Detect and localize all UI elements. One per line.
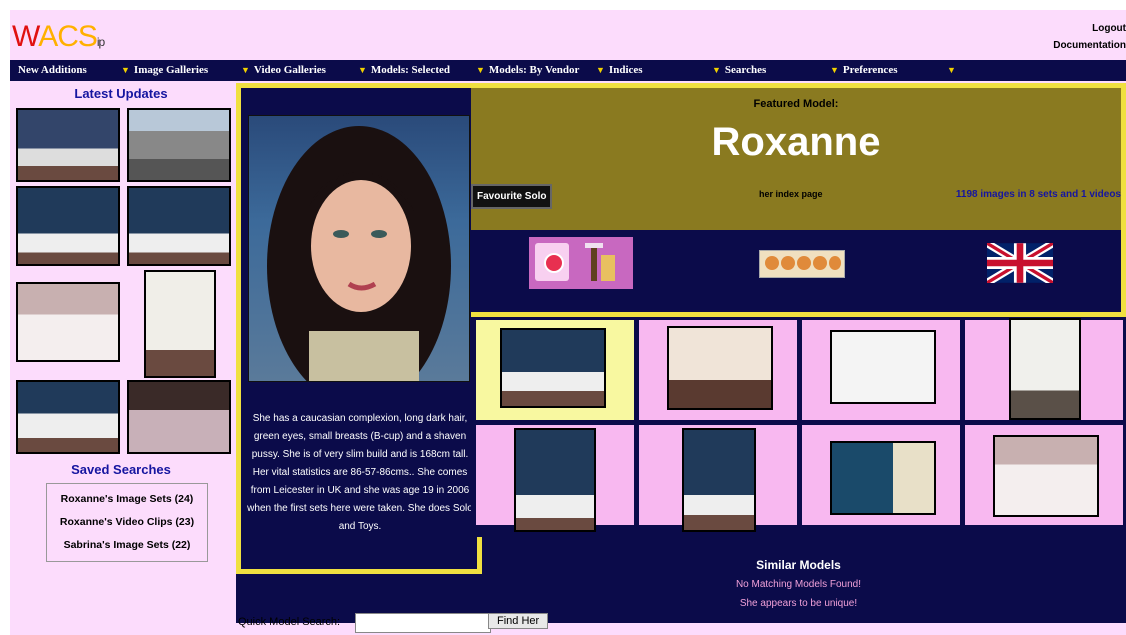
gallery-cell[interactable] [639,320,797,420]
documentation-link[interactable]: Documentation [1053,37,1126,54]
dropdown-arrow-icon: ▼ [830,65,839,75]
latest-updates-title: Latest Updates [74,86,168,101]
update-thumbnail[interactable] [127,108,231,182]
unique-message: She appears to be unique! [739,598,858,609]
gallery-cell[interactable] [802,425,960,525]
menu-bar: New Additions ▼ Image Galleries ▼ Video Ga… [10,60,1126,81]
gallery-cell[interactable] [965,425,1123,525]
toy-icon [591,245,597,281]
gallery-cell[interactable] [639,425,797,532]
dropdown-arrow-icon: ▼ [712,65,721,75]
saved-searches-list: Roxanne's Image Sets (24) Roxanne's Vide… [46,483,208,562]
saved-search-item[interactable]: Roxanne's Image Sets (24) [47,488,207,511]
favourite-solo-button[interactable]: Favourite Solo [471,184,553,209]
update-thumbnail[interactable] [127,380,231,454]
gallery-thumbnail [682,428,756,532]
gallery-thumbnail [514,428,596,532]
update-thumbnail[interactable] [16,380,120,454]
logo-ip: ip [96,35,105,49]
logo-w: W [12,20,39,53]
quick-model-search-input[interactable] [355,613,491,633]
image-sets-gallery [471,317,1126,537]
gallery-thumbnail [830,441,936,515]
update-thumbnail[interactable] [16,186,120,266]
saved-searches-title: Saved Searches [71,462,171,477]
dropdown-arrow-icon: ▼ [947,65,956,75]
featured-model-label: Featured Model: [753,98,839,110]
solo-icon [535,243,569,281]
dropdown-arrow-icon: ▼ [241,65,250,75]
gallery-thumbnail [1009,318,1081,420]
top-links: Logout Documentation [1053,20,1126,54]
model-portrait-image [267,126,451,381]
uk-flag-icon[interactable] [987,243,1053,283]
model-description: She has a caucasian complexion, long dar… [247,413,473,532]
saved-search-item[interactable]: Sabrina's Image Sets (22) [47,534,207,557]
update-thumbnail[interactable] [144,270,216,378]
update-thumbnail[interactable] [127,186,231,266]
gallery-cell[interactable] [802,320,960,420]
update-thumbnail[interactable] [16,282,120,362]
model-name: Roxanne [711,120,881,164]
gallery-thumbnail [830,330,936,404]
featured-model-header: Featured Model: Roxanne Favourite Solo h… [471,83,1126,230]
no-match-message: No Matching Models Found! [735,579,862,590]
menu-models-selected[interactable]: ▼ Models: Selected [358,64,450,76]
logout-link[interactable]: Logout [1053,20,1126,37]
menu-models-by-vendor[interactable]: ▼ Models: By Vendor [476,64,579,76]
toys-category-icon[interactable] [529,237,633,289]
model-attributes-row [471,230,1126,317]
menu-extra-arrow[interactable]: ▼ [947,64,960,76]
wacs-logo[interactable]: WACSip [12,20,105,54]
quick-model-search-label: Quick Model Search: [238,616,341,628]
gallery-thumbnail [993,435,1099,517]
logo-acs: ACS [38,20,98,53]
gallery-thumbnail [500,328,606,408]
page: WACSip Logout Documentation New Addition… [10,10,1126,635]
menu-video-galleries[interactable]: ▼ Video Galleries [241,64,326,76]
similar-models-title: Similar Models [756,558,841,572]
similar-models-section: Similar Models No Matching Models Found!… [471,555,1126,613]
gallery-cell[interactable] [476,320,634,420]
featured-model-photo[interactable] [248,115,470,382]
menu-indices[interactable]: ▼ Indices [596,64,643,76]
gallery-cell[interactable] [965,318,1123,420]
dropdown-arrow-icon: ▼ [476,65,485,75]
gallery-thumbnail [667,326,773,410]
find-her-button[interactable]: Find Her [488,613,549,629]
index-page-link[interactable]: her index page [759,189,823,199]
saved-search-item[interactable]: Roxanne's Video Clips (23) [47,511,207,534]
menu-image-galleries[interactable]: ▼ Image Galleries [121,64,208,76]
menu-searches[interactable]: ▼ Searches [712,64,766,76]
dropdown-arrow-icon: ▼ [596,65,605,75]
menu-new-additions[interactable]: New Additions [18,64,87,76]
menu-preferences[interactable]: ▼ Preferences [830,64,897,76]
dropdown-arrow-icon: ▼ [121,65,130,75]
dropdown-arrow-icon: ▼ [358,65,367,75]
featured-model-panel: She has a caucasian complexion, long dar… [236,83,482,574]
update-thumbnail[interactable] [16,108,120,182]
gallery-cell[interactable] [476,425,634,532]
rating-icon[interactable] [759,250,845,278]
image-count-link[interactable]: 1198 images in 8 sets and 1 videos [956,189,1121,200]
